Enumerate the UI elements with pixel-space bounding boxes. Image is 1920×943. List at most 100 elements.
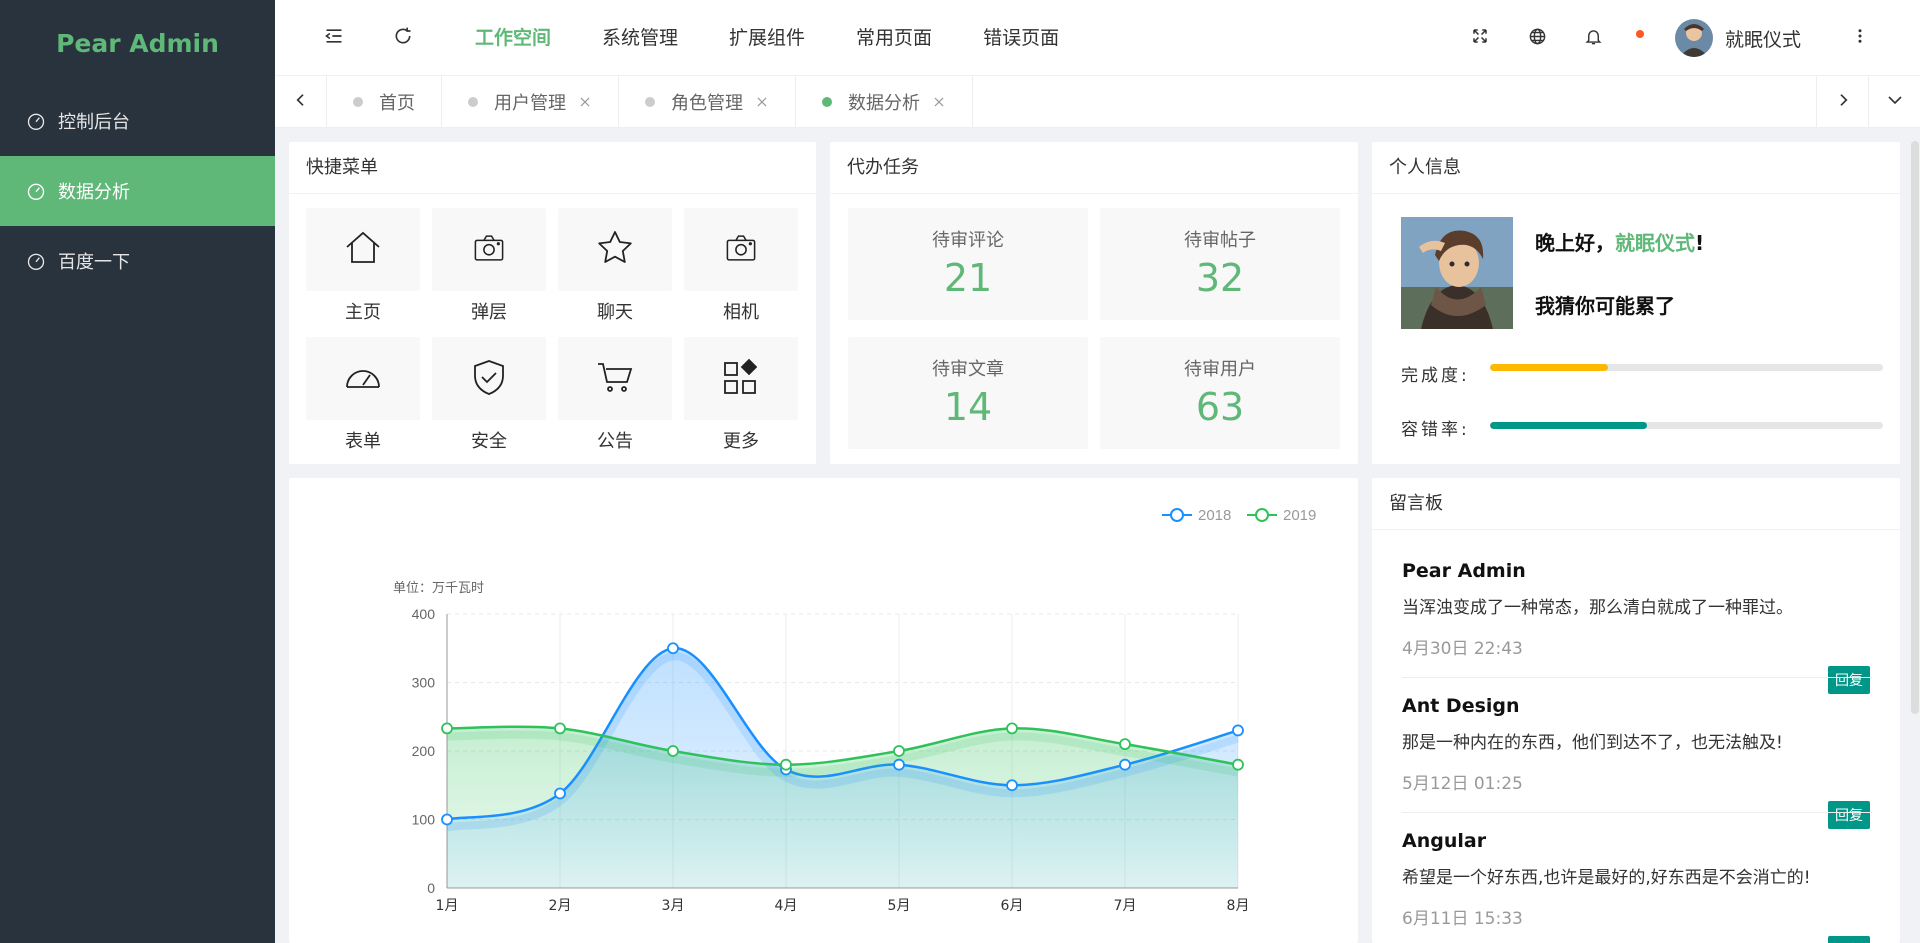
legend-label: 2018 [1198, 507, 1231, 524]
quick-menu-security[interactable] [432, 337, 546, 420]
star-icon [595, 228, 635, 272]
gauge-icon [343, 357, 383, 401]
message-item: Pear Admin 当浑浊变成了一种常态，那么清白就成了一种罪过。 4月30日… [1402, 560, 1872, 694]
language-button[interactable] [1521, 22, 1553, 54]
nav-error-pages[interactable]: 错误页面 [983, 0, 1059, 76]
todo-pending-posts[interactable]: 待审帖子 32 [1100, 208, 1340, 320]
tab-role-management[interactable]: 角色管理 [619, 76, 796, 128]
shield-icon [469, 357, 509, 401]
notification-button[interactable] [1577, 22, 1609, 54]
dashboard-icon [26, 181, 46, 201]
x-tick-label: 6月 [1001, 898, 1024, 914]
tab-label: 数据分析 [848, 93, 920, 114]
todo-pending-users[interactable]: 待审用户 63 [1100, 337, 1340, 449]
sidebar-item-baidu[interactable]: 百度一下 [0, 226, 275, 296]
nav-extensions[interactable]: 扩展组件 [729, 0, 805, 76]
quick-menu-label: 安全 [471, 431, 507, 452]
close-icon[interactable] [578, 95, 592, 109]
tab-status-dot [353, 97, 363, 107]
close-icon[interactable] [755, 95, 769, 109]
tab-bar: 首页 用户管理 角色管理 数据分析 [275, 76, 1920, 128]
card-title: 快捷菜单 [289, 142, 816, 194]
progress-fill [1490, 422, 1648, 429]
progress-fill [1490, 364, 1608, 371]
legend-label: 2019 [1283, 507, 1316, 524]
line-chart: 0 100 200 300 400 1月 2月 3月 4月 5月 6月 7月 8月 单位：万千瓦时 2018… [393, 507, 1316, 914]
more-options-button[interactable] [1844, 22, 1876, 54]
quick-menu-camera[interactable] [684, 208, 798, 291]
close-icon[interactable] [932, 95, 946, 109]
y-tick-label: 400 [412, 606, 436, 622]
avatar [1401, 217, 1513, 329]
data-point-2019 [1119, 738, 1131, 751]
quick-menu-chat[interactable] [558, 208, 672, 291]
app-logo[interactable]: Pear Admin [0, 0, 275, 86]
quick-menu-more[interactable] [684, 337, 798, 420]
quick-menu-form[interactable] [306, 337, 420, 420]
indent-icon [324, 26, 344, 50]
refresh-button[interactable] [387, 22, 419, 54]
tab-label: 用户管理 [494, 93, 566, 114]
progress-label: 完成度: [1401, 366, 1470, 386]
quick-menu-label: 聊天 [597, 302, 633, 323]
quick-menu-label: 更多 [723, 431, 759, 452]
data-point-2019 [780, 758, 792, 771]
refresh-icon [393, 26, 413, 50]
tab-label: 角色管理 [671, 93, 743, 114]
tab-scroll-left-button[interactable] [275, 76, 327, 128]
quick-menu-card: 快捷菜单 主页 弹层 聊天 相机 表单 安全 公告 更多 [289, 142, 816, 464]
x-tick-label: 1月 [436, 898, 459, 914]
cart-icon [595, 357, 635, 401]
tab-user-management[interactable]: 用户管理 [442, 76, 619, 128]
fullscreen-button[interactable] [1464, 22, 1496, 54]
reply-button[interactable]: 回复 [1828, 666, 1870, 694]
nav-common-pages[interactable]: 常用页面 [856, 0, 932, 76]
collapse-menu-button[interactable] [318, 22, 350, 54]
chart-card: 0 100 200 300 400 1月 2月 3月 4月 5月 6月 7月 8月 单位：万千瓦时 2018… [289, 478, 1358, 943]
todo-count: 63 [1195, 385, 1245, 429]
sidebar-item-analysis[interactable]: 数据分析 [0, 156, 275, 226]
reply-button[interactable]: 回复 [1828, 936, 1870, 943]
todo-pending-articles[interactable]: 待审文章 14 [848, 337, 1088, 449]
reply-button[interactable]: 回复 [1828, 801, 1870, 829]
chevron-right-icon [1835, 92, 1851, 112]
message-board-card: 留言板 Pear Admin 当浑浊变成了一种常态，那么清白就成了一种罪过。 4… [1372, 478, 1900, 943]
user-menu[interactable]: 就眠仪式 [1675, 19, 1801, 57]
dashboard-icon [26, 251, 46, 271]
quick-menu-label: 表单 [345, 431, 381, 452]
user-name: 就眠仪式 [1725, 28, 1802, 51]
home-icon [343, 228, 383, 272]
nav-workspace[interactable]: 工作空间 [475, 0, 551, 76]
data-point-2019 [667, 745, 679, 757]
todo-count: 14 [943, 385, 993, 429]
tab-status-dot [645, 97, 655, 107]
greeting-suffix: ! [1695, 231, 1705, 255]
quick-menu-label: 弹层 [471, 302, 507, 323]
x-tick-label: 8月 [1227, 898, 1250, 914]
quick-menu-layer[interactable] [432, 208, 546, 291]
sidebar-item-dashboard[interactable]: 控制后台 [0, 86, 275, 156]
apps-icon [721, 357, 761, 401]
message-time: 6月11日 15:33 [1402, 909, 1523, 929]
message-author: Ant Design [1402, 695, 1520, 717]
quick-menu-home[interactable] [306, 208, 420, 291]
legend-marker [1255, 508, 1269, 522]
tab-options-button[interactable] [1868, 76, 1920, 128]
bell-icon [1584, 27, 1603, 50]
todo-pending-comments[interactable]: 待审评论 21 [848, 208, 1088, 320]
divider [1402, 812, 1872, 813]
todo-count: 32 [1195, 256, 1245, 300]
nav-system[interactable]: 系统管理 [602, 0, 678, 76]
message-item: Ant Design 那是一种内在的东西，他们到达不了，也无法触及! 5月12日… [1402, 695, 1872, 829]
tab-scroll-right-button[interactable] [1816, 76, 1868, 128]
data-point-2019 [1232, 758, 1244, 771]
more-vertical-icon [1851, 27, 1869, 49]
tab-home[interactable]: 首页 [327, 76, 442, 128]
profile-card: 个人信息 晚上好，就眠仪式! 我猜你可能累了 完成度: 容错率: [1372, 142, 1900, 464]
tab-data-analysis[interactable]: 数据分析 [796, 76, 973, 128]
quick-menu-label: 相机 [723, 302, 759, 323]
page-scrollbar[interactable] [1911, 141, 1919, 714]
quick-menu-notice[interactable] [558, 337, 672, 420]
card-title: 留言板 [1372, 478, 1900, 530]
avatar [1675, 19, 1713, 57]
